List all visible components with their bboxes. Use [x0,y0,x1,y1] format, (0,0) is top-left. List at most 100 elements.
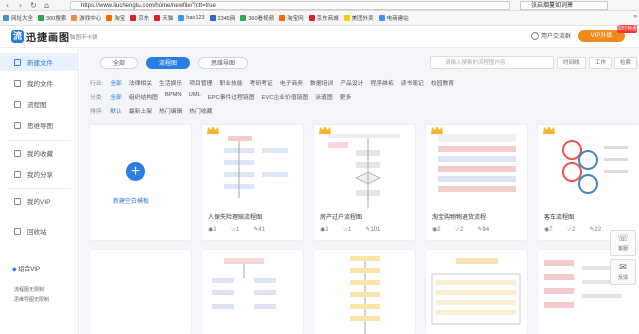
like-count[interactable]: ☆2 [567,226,576,233]
template-card[interactable] [426,250,527,334]
bookmark-item[interactable]: 360看视频 [240,14,274,22]
fab-label: 反馈 [617,275,628,281]
template-title: 淘宝购物物退货流程 [432,215,487,221]
filter-option[interactable]: 更多 [340,92,352,101]
edit-count: ✎41 [253,226,265,233]
chip-search[interactable]: 检索 [614,57,638,69]
filter-option[interactable]: 读书笔记 [401,78,424,87]
feedback-button[interactable]: ✉ 反馈 [610,259,636,285]
back-icon[interactable]: ‹ [3,1,12,10]
filter-option[interactable]: 全部 [110,78,122,87]
sidebar-item-new-file[interactable]: 新建文件 [0,53,79,71]
template-card[interactable] [202,250,303,334]
tagline: 脑图不卡顿 [70,35,98,41]
sidebar-item-label: 流程图 [27,102,47,109]
logo-text[interactable]: 迅捷画图 [26,29,70,44]
user-group-link[interactable]: 用户交流群 [531,31,571,40]
bookmark-item[interactable]: 2345网 [209,14,235,22]
crown-badge-icon [319,126,331,134]
filter-option[interactable]: 热门编辑 [159,106,182,115]
bookmark-favicon-icon [178,15,185,21]
filter-option[interactable]: 组织结构图 [129,92,158,101]
refresh-icon[interactable]: ↻ [29,1,38,10]
bookmark-label: 360搜索 [46,16,67,22]
like-count[interactable]: ☆2 [455,226,464,233]
sidebar-item-recycle-bin[interactable]: 回收站 [0,222,79,240]
filter-option[interactable]: 职业技能 [219,78,242,87]
tab-all[interactable]: 全部 [100,57,139,69]
sidebar-item-my-files[interactable]: 我的文件 [0,74,79,92]
filter-option[interactable]: 生活娱乐 [159,78,182,87]
bookmark-label: 网址大全 [11,16,34,22]
combo-vip-block[interactable]: ◆ 组合VIP [12,264,40,273]
template-card[interactable]: 淘宝购物物退货流程 ◉2 ☆2 ✎94 [426,125,527,240]
template-thumbnail [438,134,516,192]
chip-timeline[interactable]: 时间线 [557,57,586,69]
bookmark-item[interactable]: 游戏中心 [71,14,101,22]
filter-option[interactable]: 校园教育 [431,78,454,87]
like-count[interactable]: ☆1 [343,226,352,233]
bookmarks-more-icon[interactable]: » [634,14,637,20]
tab-mindmap[interactable]: 思维导图 [198,57,249,69]
template-thumbnail [350,256,380,334]
like-count-value: 2 [571,227,576,233]
new-blank-template-card[interactable] [90,125,191,240]
bookmark-item[interactable]: 淘宝 [106,14,125,22]
bookmark-item[interactable]: 京东 [130,14,149,22]
sidebar-item-my-vip[interactable]: 我的VIP [0,192,79,210]
sidebar-item-shares[interactable]: 我的分享 [0,165,79,183]
filter-option[interactable]: EPC事件过程链图 [208,92,255,101]
sidebar-item-favorites[interactable]: 我的收藏 [0,144,79,162]
flowchart-icon [14,100,21,108]
bookmark-item[interactable]: 美团外卖 [343,14,374,22]
bookmark-item[interactable]: 淘宝网 [279,14,304,22]
forward-icon[interactable]: › [16,1,25,10]
filter-option[interactable]: 考研考证 [250,78,273,87]
chip-work[interactable]: 工作 [589,57,613,69]
filter-option[interactable]: BPMN [165,92,182,101]
tab-flowchart[interactable]: 流程图 [146,57,191,69]
filter-option[interactable]: 电子商务 [280,78,303,87]
bookmark-item[interactable]: 360搜索 [38,14,66,22]
template-card[interactable]: 人保失险理赔流程图 ◉1 ☆1 ✎41 [202,125,303,240]
bookmark-favicon-icon [209,15,216,21]
bookmark-item[interactable]: 京东商城 [308,14,339,22]
divider [8,188,71,189]
template-card[interactable] [90,250,191,334]
bookmark-item[interactable]: 天猫 [154,14,173,22]
filter-option[interactable]: 项目管理 [189,78,212,87]
template-card[interactable] [314,250,415,334]
filter-label: 排序: [90,109,104,115]
filter-option[interactable]: 最新上架 [129,106,152,115]
filter-option[interactable]: 法律相关 [129,78,152,87]
bookmark-item[interactable]: hao123 [178,15,205,21]
filter-option[interactable]: 全部 [110,92,122,101]
bookmark-item[interactable]: 电商建站 [378,14,409,22]
sidebar-item-label: 我的收藏 [27,151,53,158]
sidebar-item-mindmap[interactable]: 思维导图 [0,116,79,134]
filter-option[interactable]: 产品设计 [340,78,363,87]
bookmark-item[interactable]: 网址大全 [3,14,33,22]
template-thumbnail [431,258,521,325]
filter-option[interactable]: 数据培训 [310,78,333,87]
filter-option[interactable]: 热门收藏 [189,106,212,115]
bookmark-favicon-icon [240,15,247,21]
template-card[interactable]: 房产过户流程图 ◉1 ☆1 ✎101 [314,125,415,240]
sidebar-item-flowchart[interactable]: 流程图 [0,95,79,113]
bookmark-favicon-icon [154,15,161,21]
bookmark-favicon-icon [308,15,315,21]
filter-option[interactable]: UML [189,92,201,101]
template-search-input[interactable]: 请输入搜索的流程图内容 [430,56,554,69]
filter-option[interactable]: EVC企业价值链图 [262,92,309,101]
like-count[interactable]: ☆1 [231,226,240,233]
address-bar[interactable]: https://www.liuchengtu.com/home/newfile/… [70,1,510,10]
filter-option[interactable]: 程序维拓 [370,78,393,87]
home-icon[interactable]: ⌂ [42,1,51,10]
filter-option[interactable]: 泳道图 [315,92,332,101]
customer-service-button[interactable]: ☏ 客服 [610,230,636,256]
combo-vip-title: 组合VIP [18,267,40,273]
logo-icon: 流 [11,30,24,43]
browser-search-input[interactable]: 张启烟蔓如词萧 [520,1,608,10]
filter-option[interactable]: 默认 [110,106,122,115]
template-card[interactable]: 客车流程图 ◉7 ☆2 ✎22 [538,125,639,240]
